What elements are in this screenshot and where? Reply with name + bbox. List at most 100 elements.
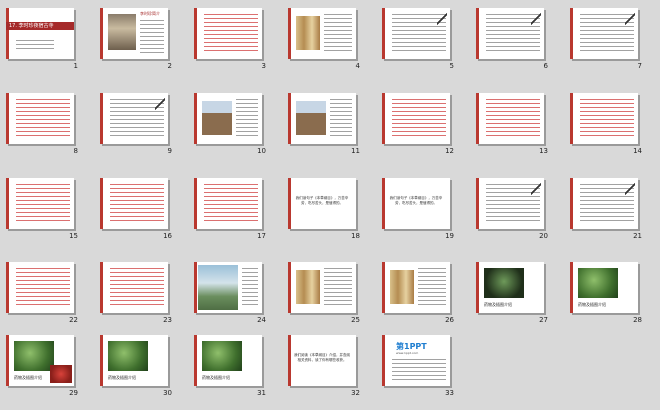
slide-thumbnail[interactable]: 我们阅读《本草纲目》介绍，并查阅相关资料，读了你有哪些收获。 32: [288, 335, 364, 405]
slide-preview[interactable]: 我们阅读《本草纲目》介绍，并查阅相关资料，读了你有哪些收获。: [288, 335, 356, 386]
slide-number: 29: [69, 389, 78, 397]
slide-thumbnail[interactable]: 17. 李时珍夜宿古寺 1: [6, 8, 82, 78]
slide-number: 15: [69, 232, 78, 240]
slide-accent-stripe: [6, 8, 9, 59]
slide-preview[interactable]: 药物及插图介绍: [570, 262, 638, 313]
slide-preview[interactable]: [6, 178, 74, 229]
text-lines: [140, 20, 164, 53]
text-lines: [418, 268, 446, 307]
slide-preview[interactable]: [100, 93, 168, 144]
slide-thumbnail[interactable]: 23: [100, 262, 176, 332]
slide-thumbnail[interactable]: 6: [476, 8, 552, 78]
slide-preview[interactable]: [6, 93, 74, 144]
slide-thumbnail[interactable]: 26: [382, 262, 458, 332]
slide-number: 12: [445, 147, 454, 155]
slide-preview[interactable]: [6, 262, 74, 313]
text-lines: [236, 99, 258, 138]
slide-number: 10: [257, 147, 266, 155]
slide-accent-stripe: [382, 335, 385, 386]
slide-thumbnail[interactable]: 药物及插图介绍 31: [194, 335, 270, 405]
slide-number: 16: [163, 232, 172, 240]
slide-preview[interactable]: 药物及插图介绍: [194, 335, 262, 386]
slide-thumbnail[interactable]: 15: [6, 178, 82, 248]
slide-accent-stripe: [100, 93, 103, 144]
slide-preview[interactable]: [382, 262, 450, 313]
slide-thumbnail[interactable]: 17: [194, 178, 270, 248]
slide-preview[interactable]: 药物及插图介绍: [476, 262, 544, 313]
slide-thumbnail[interactable]: 8: [6, 93, 82, 163]
slide-thumbnail[interactable]: 13: [476, 93, 552, 163]
slide-preview[interactable]: [194, 93, 262, 144]
text-lines: [330, 99, 352, 138]
slide-preview[interactable]: [100, 262, 168, 313]
slide-number: 25: [351, 316, 360, 324]
slide-thumbnail[interactable]: 5: [382, 8, 458, 78]
slide-preview[interactable]: [570, 93, 638, 144]
slide-thumbnail[interactable]: 药物及插图介绍 30: [100, 335, 176, 405]
slide-thumbnail[interactable]: 第1PPT www.1ppt.com 33: [382, 335, 458, 405]
herb-image: [14, 341, 54, 371]
slide-preview[interactable]: 17. 李时珍夜宿古寺: [6, 8, 74, 59]
slide-thumbnail[interactable]: 22: [6, 262, 82, 332]
text-lines: [16, 268, 70, 307]
slide-number: 33: [445, 389, 454, 397]
slide-preview[interactable]: [288, 93, 356, 144]
slide-preview[interactable]: [288, 8, 356, 59]
slide-thumbnail[interactable]: 4: [288, 8, 364, 78]
slide-preview[interactable]: [194, 8, 262, 59]
slide-sorter-grid: 17. 李时珍夜宿古寺 1 李时珍简介 2 3 4 5 6 7 8 9 10 11 12 13 14 15 16 1…: [0, 0, 660, 410]
slide-thumbnail[interactable]: 药物及插图介绍 27: [476, 262, 552, 332]
slide-accent-stripe: [6, 178, 9, 229]
slide-preview[interactable]: [288, 262, 356, 313]
slide-thumbnail[interactable]: 21: [570, 178, 646, 248]
slide-accent-stripe: [100, 335, 103, 386]
slide-thumbnail[interactable]: 9: [100, 93, 176, 163]
slide-preview[interactable]: [570, 8, 638, 59]
slide-preview[interactable]: [476, 8, 544, 59]
slide-number: 20: [539, 232, 548, 240]
text-lines: [16, 99, 70, 138]
herb-caption: 药物及插图介绍: [202, 375, 230, 380]
slide-thumbnail[interactable]: 我们读句子《本草纲目》，万苦辛劳，吃尽苦头，是值得的。 18: [288, 178, 364, 248]
slide-preview[interactable]: 药物及插图介绍: [100, 335, 168, 386]
slide-accent-stripe: [288, 8, 291, 59]
brush-icon: [155, 95, 165, 113]
slide-thumbnail[interactable]: 14: [570, 93, 646, 163]
slide-preview[interactable]: [382, 93, 450, 144]
slide-thumbnail[interactable]: 10: [194, 93, 270, 163]
slide-preview[interactable]: [194, 262, 262, 313]
slide-thumbnail[interactable]: 20: [476, 178, 552, 248]
slide-thumbnail[interactable]: 16: [100, 178, 176, 248]
text-lines: [110, 184, 164, 223]
slide-preview[interactable]: 我们读句子《本草纲目》，万苦辛劳，吃尽苦头，是值得的。: [382, 178, 450, 229]
slide-preview[interactable]: [476, 93, 544, 144]
slide-preview[interactable]: 药物及插图介绍: [6, 335, 74, 386]
text-lines: [392, 359, 446, 380]
slide-preview[interactable]: 我们读句子《本草纲目》，万苦辛劳，吃尽苦头，是值得的。: [288, 178, 356, 229]
text-lines: [204, 14, 258, 53]
slide-preview[interactable]: [194, 178, 262, 229]
slide-preview[interactable]: 第1PPT www.1ppt.com: [382, 335, 450, 386]
slide-thumbnail[interactable]: 药物及插图介绍 29: [6, 335, 82, 405]
temple-image: [296, 101, 326, 135]
slide-thumbnail[interactable]: 7: [570, 8, 646, 78]
slide-thumbnail[interactable]: 3: [194, 8, 270, 78]
slide-thumbnail[interactable]: 24: [194, 262, 270, 332]
herb-caption: 药物及插图介绍: [484, 302, 512, 307]
scroll-image: [296, 270, 320, 304]
scroll-image: [296, 16, 320, 50]
berry-image: [50, 365, 72, 383]
slide-number: 30: [163, 389, 172, 397]
slide-preview[interactable]: [570, 178, 638, 229]
slide-thumbnail[interactable]: 12: [382, 93, 458, 163]
slide-preview[interactable]: [100, 178, 168, 229]
slide-preview[interactable]: 李时珍简介: [100, 8, 168, 59]
slide-thumbnail[interactable]: 25: [288, 262, 364, 332]
slide-thumbnail[interactable]: 李时珍简介 2: [100, 8, 176, 78]
slide-thumbnail[interactable]: 药物及插图介绍 28: [570, 262, 646, 332]
temple-image: [202, 101, 232, 135]
slide-thumbnail[interactable]: 11: [288, 93, 364, 163]
slide-thumbnail[interactable]: 我们读句子《本草纲目》，万苦辛劳，吃尽苦头，是值得的。 19: [382, 178, 458, 248]
slide-preview[interactable]: [382, 8, 450, 59]
slide-preview[interactable]: [476, 178, 544, 229]
